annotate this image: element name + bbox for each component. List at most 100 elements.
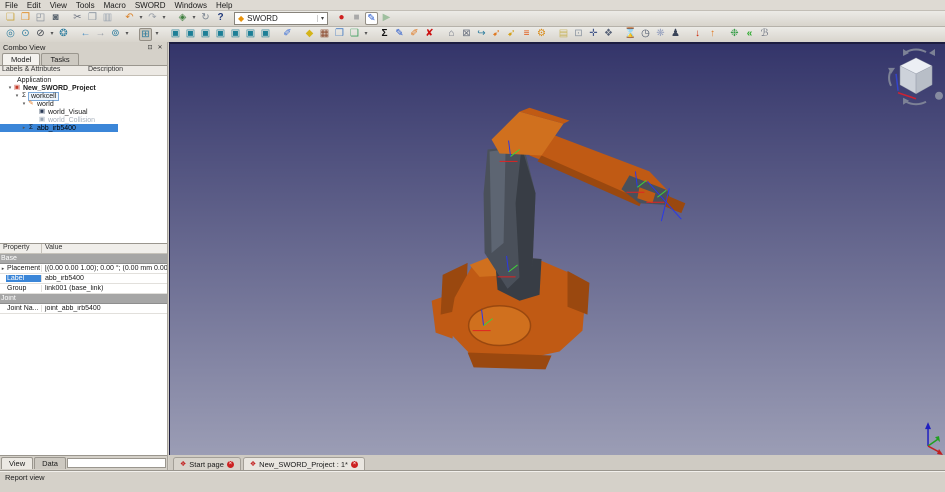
property-name-cell[interactable]: Joint Na... [6,305,42,312]
program-icon[interactable]: ℬ [758,28,771,41]
tab-model[interactable]: Model [2,53,40,65]
tree-item-world[interactable]: ▾ ✎ world [0,100,167,108]
record-macro-button[interactable]: ● [335,12,348,25]
fan-icon[interactable]: ❋ [654,28,667,41]
new-document-icon[interactable]: ❏ [4,12,17,25]
tree-item-world-collision[interactable]: ▣ world_Collision [0,116,167,124]
import-icon[interactable]: ❐ [333,28,346,41]
close-tab-icon[interactable]: × [227,461,234,468]
arrow-up-icon[interactable]: ↑ [706,28,719,41]
sketch-blue-icon[interactable]: ✎ [393,28,406,41]
property-row-placement[interactable]: ▸ Placement [(0.00 0.00 1.00); 0.00 °; (… [0,264,167,274]
orbit-icon[interactable]: ⊚ [109,28,122,41]
property-name-cell[interactable]: Placement [6,265,42,272]
delete-icon[interactable]: ✘ [423,28,436,41]
right-view-icon[interactable]: ▣ [214,28,227,41]
property-section-joint[interactable]: Joint [0,294,167,304]
property-name-cell[interactable]: Base [0,255,17,262]
save-as-icon[interactable]: ◙ [49,12,62,25]
tree-item-application[interactable]: Application [0,76,167,84]
property-value-cell[interactable]: [(0.00 0.00 1.00); 0.00 °; (0.00 mm 0.00… [42,265,167,272]
paste-icon[interactable]: ▥ [101,12,114,25]
viewport-3d[interactable] [169,42,945,455]
tab-start-page[interactable]: ❖ Start page × [173,457,241,470]
view-globe-icon[interactable]: ❂ [57,28,70,41]
property-row-joint-name[interactable]: Joint Na... joint_abb_irb5400 [0,304,167,314]
whatsthis-icon[interactable]: ? [214,12,227,25]
close-tab-icon[interactable]: × [351,461,358,468]
kinematic-icon[interactable]: ↪ [475,28,488,41]
validate-shield-icon[interactable]: ◈ [176,12,189,25]
tree-item-new-sword-project[interactable]: ▾ ▣ New_SWORD_Project [0,84,167,92]
part-icon[interactable]: ◆ [303,28,316,41]
menu-help[interactable]: Help [216,1,232,10]
menu-edit[interactable]: Edit [27,1,41,10]
placement-icon[interactable]: ❖ [602,28,615,41]
front-view-icon[interactable]: ▣ [184,28,197,41]
tab-data[interactable]: Data [34,457,66,469]
pentagon-icon[interactable]: ⌂ [445,28,458,41]
sketch-orange-icon[interactable]: ✐ [408,28,421,41]
menu-windows[interactable]: Windows [174,1,206,10]
move-icon[interactable]: ✛ [587,28,600,41]
tree-item-world-visual[interactable]: ▣ world_Visual [0,108,167,116]
property-name-cell[interactable]: Joint [0,295,16,302]
property-name-cell[interactable]: Label [6,275,42,282]
arrow-down-icon[interactable]: ↓ [691,28,704,41]
redo-icon[interactable]: ↷ [146,12,159,25]
measure-icon[interactable]: ✐ [281,28,294,41]
workbench-selector[interactable]: ◆ SWORD ▾ [234,12,328,25]
workbench-dropdown-arrow[interactable]: ▾ [317,15,324,22]
trajectory-icon[interactable]: ➹ [505,28,518,41]
dock-close-icon[interactable]: ✕ [156,44,164,52]
mesh-icon[interactable]: ⊠ [460,28,473,41]
dock-float-icon[interactable]: ⊡ [146,44,154,52]
pawn-icon[interactable]: ♟ [669,28,682,41]
fit-selection-icon[interactable]: ⊙ [19,28,32,41]
zoom-dropdown-icon[interactable]: ▾ [154,28,160,41]
property-row-group[interactable]: Group link001 (base_link) [0,284,167,294]
open-folder-icon[interactable]: ❒ [19,12,32,25]
property-value-cell[interactable]: joint_abb_irb5400 [42,305,167,312]
axonometric-view-icon[interactable]: ▣ [169,28,182,41]
validate-dropdown-icon[interactable]: ▾ [191,12,197,25]
export-icon[interactable]: ❑ [348,28,361,41]
fit-all-icon[interactable]: ◎ [4,28,17,41]
copy-icon[interactable]: ❐ [86,12,99,25]
tab-tasks[interactable]: Tasks [41,53,78,65]
play-macro-button[interactable]: ▶ [380,12,393,25]
save-icon[interactable]: ◰ [34,12,47,25]
tree-item-workcell[interactable]: ▾ Σ workcell [0,92,167,100]
redo-dropdown-icon[interactable]: ▾ [161,12,167,25]
sliders-icon[interactable]: ≡ [520,28,533,41]
undo-icon[interactable]: ↶ [123,12,136,25]
hourglass-icon[interactable]: ⌛ [624,28,637,41]
rear-view-icon[interactable]: ▣ [229,28,242,41]
stop-macro-button[interactable]: ■ [350,12,363,25]
tree-item-abb-irb5400[interactable]: ▸ Σ abb_irb5400 [0,124,118,132]
menu-sword[interactable]: SWORD [135,1,166,10]
tab-new-sword-project[interactable]: ❖ New_SWORD_Project : 1* × [243,457,365,470]
gear-icon[interactable]: ⚙ [535,28,548,41]
tree-filter-box[interactable] [67,458,166,468]
navigation-cube[interactable] [888,49,943,105]
document-check-icon[interactable]: ▤ [557,28,570,41]
nav-forward-icon[interactable]: → [94,28,107,41]
left-view-icon[interactable]: ▣ [259,28,272,41]
rocket-icon[interactable]: ➹ [490,28,503,41]
molecule-icon[interactable]: ❉ [728,28,741,41]
menu-tools[interactable]: Tools [76,1,95,10]
tab-view[interactable]: View [1,457,33,469]
sigma-icon[interactable]: Σ [378,28,391,41]
property-name-cell[interactable]: Group [6,285,42,292]
property-value-cell[interactable]: link001 (base_link) [42,285,167,292]
top-view-icon[interactable]: ▣ [199,28,212,41]
share-icon[interactable]: « [743,28,756,41]
material-box-icon[interactable]: ▦ [318,28,331,41]
draw-style-dropdown-icon[interactable]: ▾ [49,28,55,41]
cut-icon[interactable]: ✂ [71,12,84,25]
export-dropdown-icon[interactable]: ▾ [363,28,369,41]
zoom-box-icon[interactable]: ⊞ [139,28,152,41]
undo-dropdown-icon[interactable]: ▾ [138,12,144,25]
refresh-icon[interactable]: ↻ [199,12,212,25]
